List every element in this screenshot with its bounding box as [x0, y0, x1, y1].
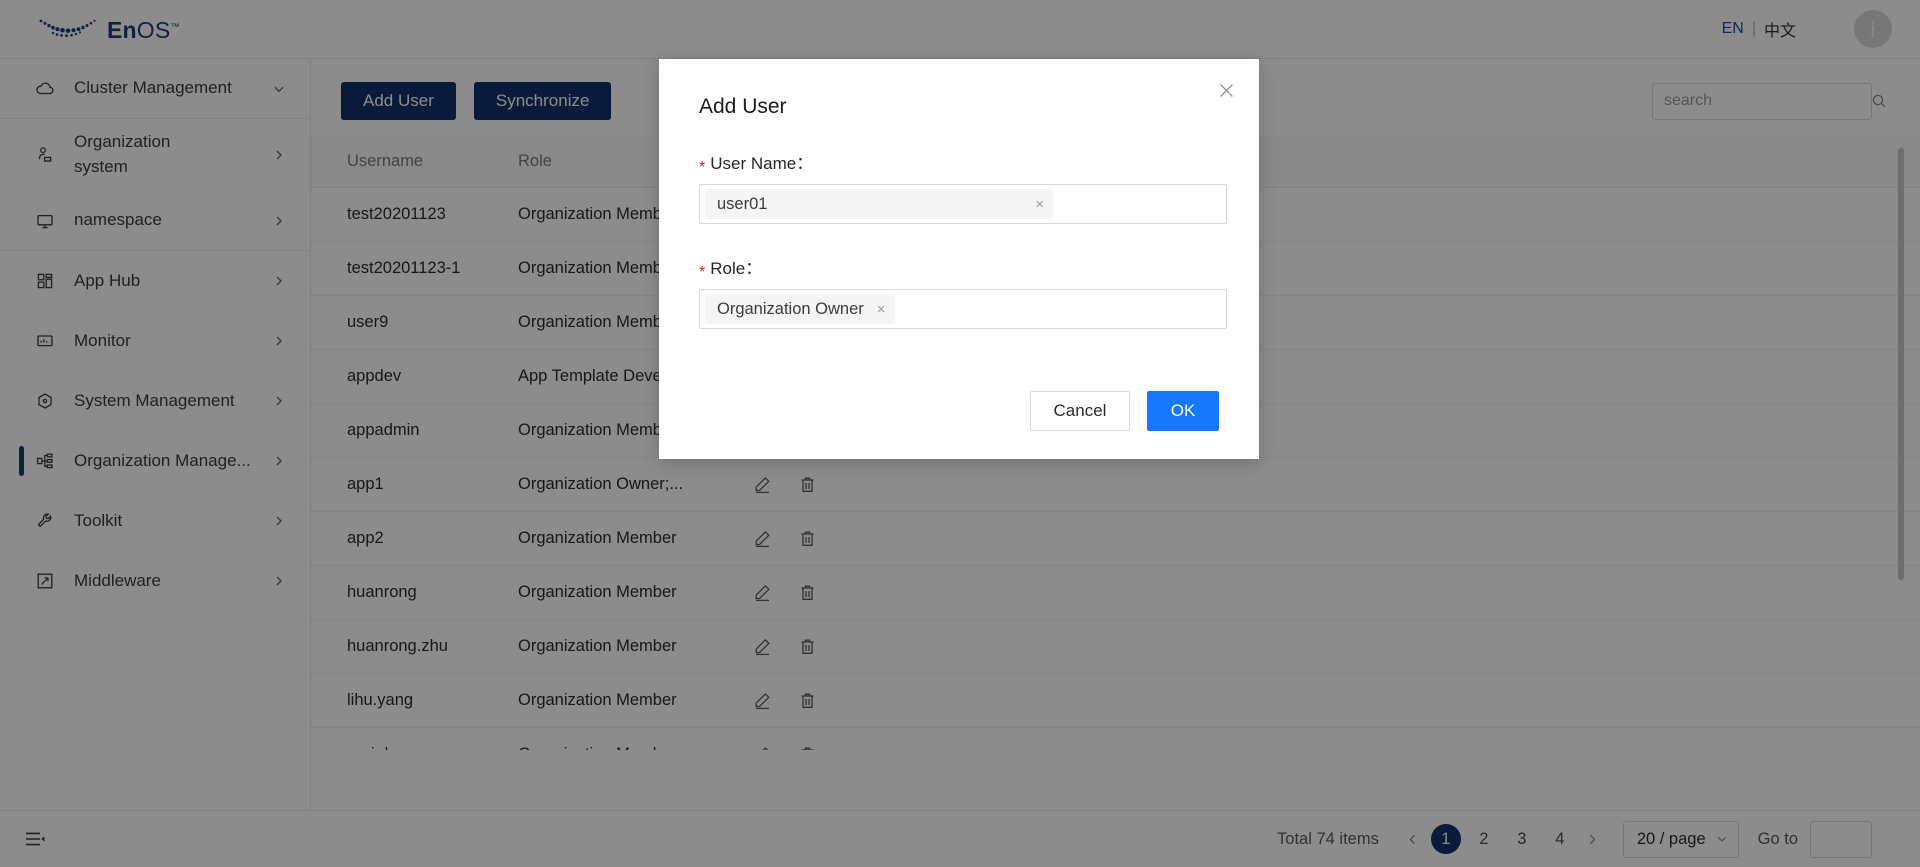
role-tag-remove-icon[interactable]: × — [877, 301, 886, 318]
role-tag-label: Organization Owner — [717, 300, 864, 319]
username-tag: user01 × — [705, 189, 1053, 219]
modal-title: Add User — [659, 59, 1259, 119]
close-icon[interactable] — [1213, 77, 1239, 103]
role-tag: Organization Owner × — [705, 294, 895, 324]
username-tag-label: user01 — [717, 195, 767, 214]
username-field-label: * User Name： — [699, 149, 1219, 174]
add-user-modal: Add User * User Name： user01 × * Role： O… — [659, 59, 1259, 459]
modal-body: * User Name： user01 × * Role： Organizati… — [659, 119, 1259, 329]
role-label-text: Role： — [710, 254, 762, 279]
modal-footer: Cancel OK — [659, 391, 1259, 459]
ok-button[interactable]: OK — [1147, 391, 1219, 431]
role-select[interactable]: Organization Owner × — [699, 289, 1227, 329]
field-spacer — [699, 224, 1219, 254]
username-label-text: User Name： — [710, 149, 813, 174]
role-field-label: * Role： — [699, 254, 1219, 279]
username-select[interactable]: user01 × — [699, 184, 1227, 224]
username-tag-remove-icon[interactable]: × — [1035, 196, 1044, 213]
required-asterisk: * — [699, 159, 705, 177]
required-asterisk: * — [699, 264, 705, 282]
cancel-button[interactable]: Cancel — [1030, 391, 1130, 431]
